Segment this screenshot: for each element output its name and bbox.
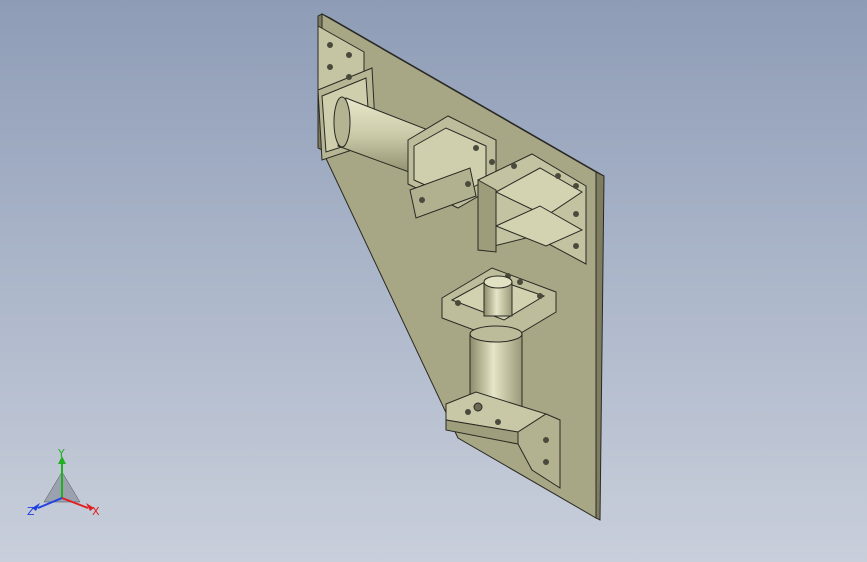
- cad-viewport[interactable]: Y X Z: [0, 0, 867, 562]
- triad-z-label: Z: [27, 505, 35, 518]
- cad-model[interactable]: [0, 0, 867, 562]
- triad-y-label: Y: [57, 448, 65, 460]
- orientation-triad: Y X Z: [27, 448, 100, 518]
- triad-x-label: X: [92, 505, 100, 518]
